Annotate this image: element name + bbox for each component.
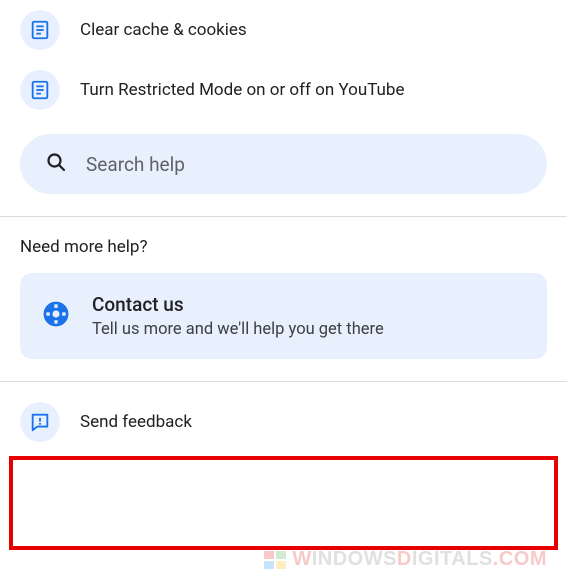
- contact-subtitle: Tell us more and we'll help you get ther…: [92, 320, 384, 339]
- feedback-icon: [20, 402, 60, 442]
- feedback-label: Send feedback: [80, 412, 192, 432]
- contact-text: Contact us Tell us more and we'll help y…: [92, 293, 384, 339]
- search-container: [20, 134, 547, 194]
- article-icon: [20, 70, 60, 110]
- help-item-restricted-mode[interactable]: Turn Restricted Mode on or off on YouTub…: [0, 60, 567, 120]
- need-more-help-header: Need more help?: [0, 217, 567, 273]
- help-item-clear-cache[interactable]: Clear cache & cookies: [0, 0, 567, 60]
- send-feedback-item[interactable]: Send feedback: [0, 392, 567, 452]
- help-item-label: Turn Restricted Mode on or off on YouTub…: [80, 80, 404, 100]
- search-input[interactable]: [86, 153, 523, 176]
- search-icon: [44, 150, 68, 178]
- contact-title: Contact us: [92, 293, 384, 316]
- search-box[interactable]: [20, 134, 547, 194]
- contact-us-card[interactable]: Contact us Tell us more and we'll help y…: [20, 273, 547, 359]
- support-icon: [42, 300, 70, 332]
- highlight-annotation: [9, 456, 558, 550]
- article-icon: [20, 10, 60, 50]
- watermark: WINDOWSDIGITALS.COM: [264, 548, 547, 571]
- help-item-label: Clear cache & cookies: [80, 20, 247, 40]
